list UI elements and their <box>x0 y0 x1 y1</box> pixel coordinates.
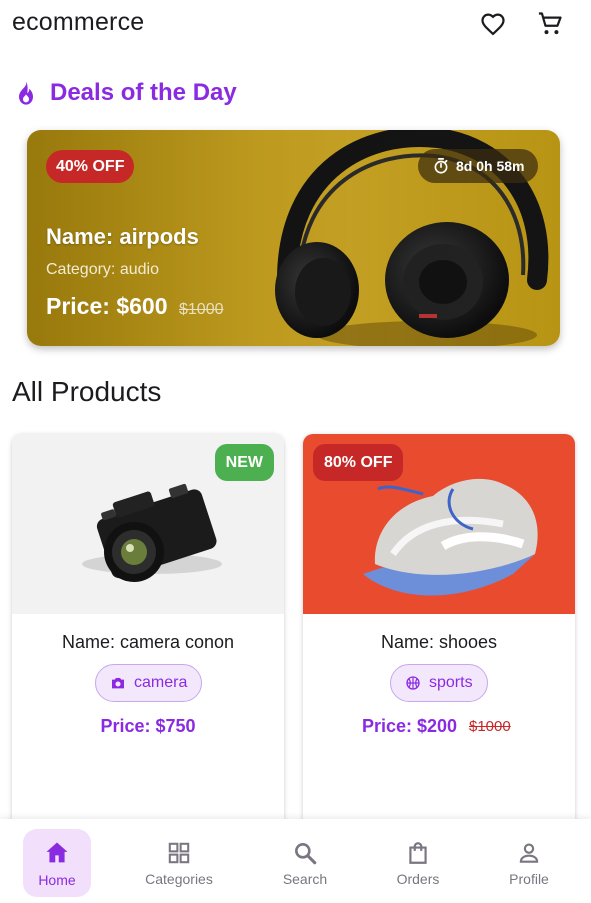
discount-badge: 80% OFF <box>313 444 404 481</box>
deal-price: Price: $600 <box>46 293 168 319</box>
cart-icon <box>538 12 562 35</box>
deals-title: Deals of the Day <box>50 79 237 106</box>
nav-search[interactable]: Search <box>271 829 339 897</box>
basketball-icon <box>406 676 420 690</box>
product-old-price: $1000 <box>469 718 511 735</box>
home-icon <box>46 842 68 862</box>
shopping-bag-icon <box>409 841 427 864</box>
nav-categories[interactable]: Categories <box>136 829 222 897</box>
bottom-navigation: Home Categories Search Orders Profile <box>0 819 591 903</box>
nav-profile-label: Profile <box>509 870 549 887</box>
nav-search-label: Search <box>282 870 328 887</box>
search-icon <box>295 842 317 864</box>
heart-outline-icon <box>481 13 505 36</box>
product-price: Price: $200 <box>362 716 458 736</box>
product-name: Name: shooes <box>380 632 498 652</box>
app-bar: ecommerce <box>0 0 591 48</box>
app-title: ecommerce <box>12 8 145 36</box>
deal-discount-badge: 40% OFF <box>46 150 135 183</box>
category-chip-label: camera <box>134 674 188 691</box>
category-chip-label: sports <box>429 674 473 691</box>
nav-home[interactable]: Home <box>23 829 91 897</box>
product-card[interactable]: 80% OFF Name: shooes sports Price: $200 … <box>303 434 575 834</box>
nav-home-label: Home <box>38 871 76 888</box>
nav-profile[interactable]: Profile <box>495 829 563 897</box>
deal-timer: 8d 0h 58m <box>418 149 539 183</box>
category-chip[interactable]: sports <box>390 664 488 702</box>
timer-icon <box>434 158 448 174</box>
deal-category: Category: audio <box>46 261 159 278</box>
product-card[interactable]: NEW Name: camera conon camera Price: $75… <box>12 434 284 834</box>
deal-name: Name: airpods <box>46 224 199 249</box>
product-name: Name: camera conon <box>61 632 235 652</box>
grid-icon <box>168 842 190 863</box>
new-badge: NEW <box>214 444 274 481</box>
cart-button[interactable] <box>530 4 570 44</box>
camera-icon <box>112 678 124 689</box>
fire-icon <box>19 81 33 105</box>
product-price: Price: $750 <box>100 716 196 736</box>
nav-categories-label: Categories <box>145 870 213 887</box>
nav-orders[interactable]: Orders <box>384 829 452 897</box>
deal-timer-text: 8d 0h 58m <box>456 158 525 174</box>
category-chip[interactable]: camera <box>95 664 203 702</box>
person-icon <box>519 842 539 863</box>
nav-orders-label: Orders <box>396 870 440 887</box>
all-products-title: All Products <box>12 376 162 407</box>
favorites-button[interactable] <box>473 4 513 44</box>
deals-header: Deals of the Day <box>12 78 237 108</box>
deal-card[interactable]: 40% OFF 8d 0h 58m Name: airpods Category… <box>27 130 560 346</box>
deal-old-price: $1000 <box>179 301 224 318</box>
